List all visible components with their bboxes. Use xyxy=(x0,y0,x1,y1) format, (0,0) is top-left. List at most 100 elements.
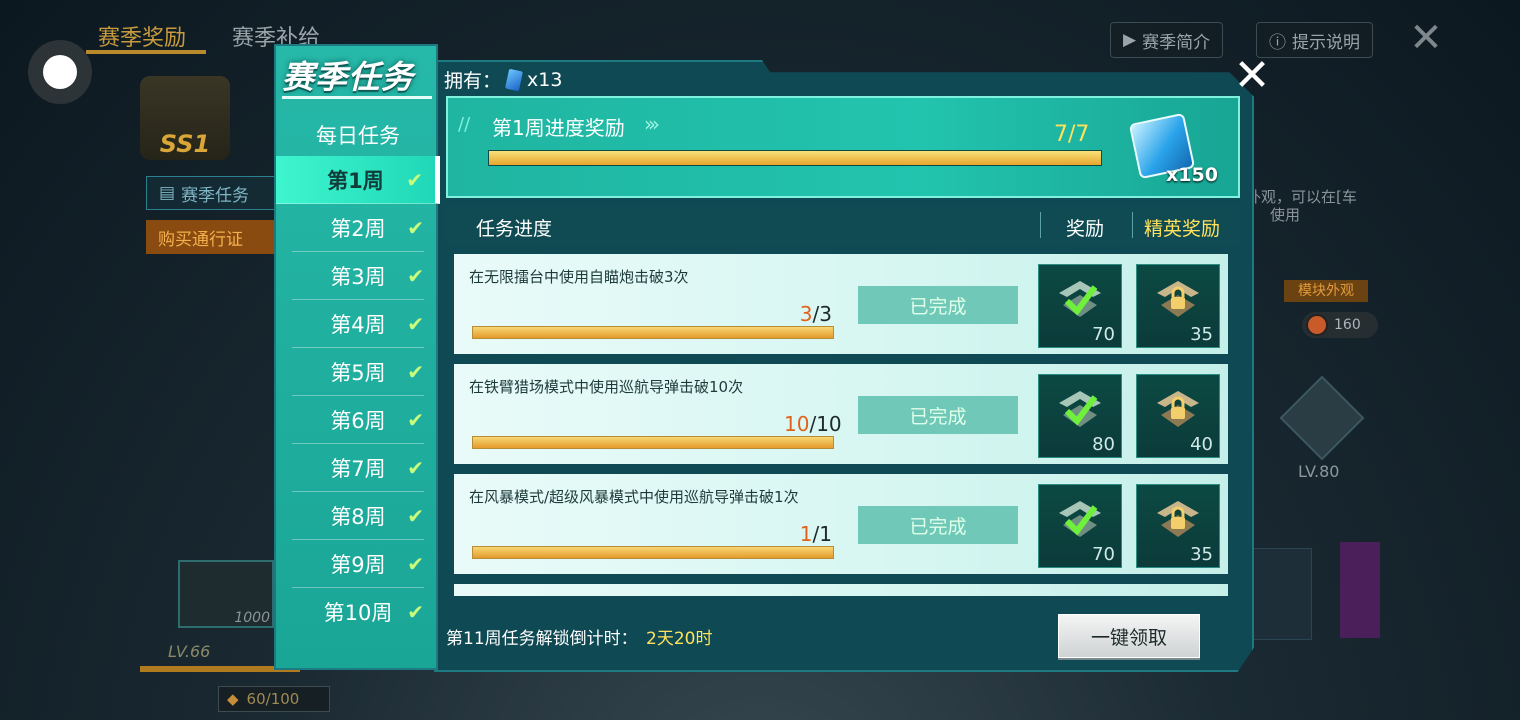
claimed-wings-icon xyxy=(1059,501,1101,537)
week-tab-8[interactable]: 第8周 ✔ xyxy=(292,492,424,540)
header-divider xyxy=(1040,212,1041,238)
week-label: 第8周 xyxy=(330,504,386,529)
document-icon: ▤ xyxy=(159,183,176,203)
week-label: 第5周 xyxy=(330,360,386,385)
reward-card-left-value: 1000 xyxy=(234,610,270,626)
week-sidebar: 赛季任务 每日任务 第1周 ✔ 第2周 ✔ 第3周 ✔ 第4周 ✔ 第5周 ✔ 第6周 ✔ … xyxy=(274,44,440,670)
module-appearance-badge: 模块外观 xyxy=(1284,280,1368,302)
tips-button[interactable]: ⓘ 提示说明 xyxy=(1256,22,1373,58)
close-icon[interactable]: ✕ xyxy=(1408,18,1444,58)
claimed-wings-icon xyxy=(1059,391,1101,427)
week-tab-7[interactable]: 第7周 ✔ xyxy=(292,444,424,492)
task-progress-bar xyxy=(472,436,834,449)
info-icon: ⓘ xyxy=(1269,32,1286,53)
task-table-header: 任务进度 奖励 精英奖励 xyxy=(446,204,1240,246)
elite-reward-slot[interactable]: 40 xyxy=(1136,374,1220,458)
task-progress-fill xyxy=(473,437,833,448)
reward-card-left[interactable]: 1000 xyxy=(178,560,274,628)
season-task-modal: 赛季任务 每日任务 第1周 ✔ 第2周 ✔ 第3周 ✔ 第4周 ✔ 第5周 ✔ 第6周 ✔ … xyxy=(274,44,1270,672)
check-icon: ✔ xyxy=(406,168,423,192)
owned-counter: 拥有： x13 xyxy=(444,66,562,93)
reward-slot[interactable]: 70 xyxy=(1038,484,1122,568)
task-total: /1 xyxy=(812,522,832,546)
task-progress-bar xyxy=(472,326,834,339)
check-icon: ✔ xyxy=(407,408,424,432)
check-icon: ✔ xyxy=(407,312,424,336)
elite-reward-qty: 35 xyxy=(1190,324,1213,345)
week-tab-4[interactable]: 第4周 ✔ xyxy=(292,300,424,348)
week-tab-9[interactable]: 第9周 ✔ xyxy=(292,540,424,588)
task-current: 10 xyxy=(784,412,810,436)
season-task-button[interactable]: ▤ 赛季任务 xyxy=(146,176,276,210)
task-progress-bar xyxy=(472,546,834,559)
reward-slot[interactable]: 80 xyxy=(1038,374,1122,458)
week-label: 第3周 xyxy=(330,264,386,289)
check-icon: ✔ xyxy=(407,360,424,384)
task-row-partial xyxy=(454,584,1228,596)
unlock-countdown-label: 第11周任务解锁倒计时： xyxy=(446,629,638,649)
appearance-note: 外观，可以在[车 使用 xyxy=(1246,188,1357,224)
week-tab-10[interactable]: 第10周 ✔ xyxy=(292,588,424,622)
week-tab-1[interactable]: 第1周 ✔ xyxy=(276,156,440,204)
tab-season-rewards[interactable]: 赛季奖励 xyxy=(98,20,186,52)
week-tab-6[interactable]: 第6周 ✔ xyxy=(292,396,424,444)
week-list[interactable]: 第1周 ✔ 第2周 ✔ 第3周 ✔ 第4周 ✔ 第5周 ✔ 第6周 ✔ 第7周 ✔ 第8周 ✔ … xyxy=(276,156,440,622)
task-row: 在铁臂猎场模式中使用巡航导弹击破10次 10/10 已完成 80 40 xyxy=(454,364,1228,464)
slash-decor-icon: // xyxy=(458,114,471,135)
header-divider xyxy=(1132,212,1133,238)
floating-assist-button[interactable] xyxy=(28,40,92,104)
claimed-wings-icon xyxy=(1059,281,1101,317)
task-count: 3/3 xyxy=(784,302,832,326)
check-icon: ✔ xyxy=(407,216,424,240)
season-task-label: 赛季任务 xyxy=(181,185,250,206)
reward-item-preview[interactable] xyxy=(1279,375,1365,461)
completed-button[interactable]: 已完成 xyxy=(858,286,1018,324)
week-tab-5[interactable]: 第5周 ✔ xyxy=(292,348,424,396)
week-tab-3[interactable]: 第3周 ✔ xyxy=(292,252,424,300)
completed-button[interactable]: 已完成 xyxy=(858,396,1018,434)
task-current: 3 xyxy=(799,302,813,326)
close-modal-icon[interactable]: ✕ xyxy=(1232,54,1272,98)
week-label: 第4周 xyxy=(330,312,386,337)
chevrons-icon: ››› xyxy=(644,112,660,136)
elite-reward-slot[interactable]: 35 xyxy=(1136,484,1220,568)
reward-qty: 80 xyxy=(1092,434,1115,455)
reward-cube-qty: x150 xyxy=(1166,164,1218,186)
completed-button[interactable]: 已完成 xyxy=(858,506,1018,544)
elite-reward-slot[interactable]: 35 xyxy=(1136,264,1220,348)
week-label: 第1周 xyxy=(327,168,384,193)
task-description: 在无限擂台中使用自瞄炮击破3次 xyxy=(469,268,689,286)
reward-level-label: LV.80 xyxy=(1298,462,1340,481)
modal-title: 赛季任务 xyxy=(282,58,415,96)
reward-qty: 70 xyxy=(1092,324,1115,345)
weekly-progress-fill xyxy=(489,151,1101,165)
task-row: 在无限擂台中使用自瞄炮击破3次 3/3 已完成 70 35 xyxy=(454,254,1228,354)
task-description: 在铁臂猎场模式中使用巡航导弹击破10次 xyxy=(469,378,744,396)
buy-pass-button[interactable]: 购买通行证 xyxy=(146,220,276,254)
reward-card-purple[interactable] xyxy=(1340,542,1380,638)
week-label: 第2周 xyxy=(330,216,386,241)
claim-all-button[interactable]: 一键领取 xyxy=(1058,614,1200,658)
header-reward: 奖励 xyxy=(1066,218,1105,240)
locked-wings-icon xyxy=(1157,501,1199,537)
season-emblem: SS1 xyxy=(140,76,230,160)
task-progress-fill xyxy=(473,327,833,338)
daily-task-tab[interactable]: 每日任务 xyxy=(276,120,440,150)
weekly-progress-bar xyxy=(488,150,1102,166)
check-icon: ✔ xyxy=(407,600,424,622)
level-label: LV.66 xyxy=(168,642,211,661)
reward-slot[interactable]: 70 xyxy=(1038,264,1122,348)
reward-card-right[interactable]: 70 xyxy=(1227,548,1312,640)
task-list[interactable]: 在无限擂台中使用自瞄炮击破3次 3/3 已完成 70 35 在铁臂猎场模式中使用… xyxy=(446,246,1240,596)
week-tab-2[interactable]: 第2周 ✔ xyxy=(292,204,424,252)
week-label: 第6周 xyxy=(330,408,386,433)
exp-value: 60/100 xyxy=(246,690,300,708)
coin-icon xyxy=(1306,314,1328,336)
owned-label: 拥有： xyxy=(444,70,502,92)
week-label: 第10周 xyxy=(323,600,393,623)
locked-wings-icon xyxy=(1157,281,1199,317)
task-total: /10 xyxy=(809,412,842,436)
check-icon: ✔ xyxy=(407,264,424,288)
elite-reward-qty: 40 xyxy=(1190,434,1213,455)
locked-wings-icon xyxy=(1157,391,1199,427)
